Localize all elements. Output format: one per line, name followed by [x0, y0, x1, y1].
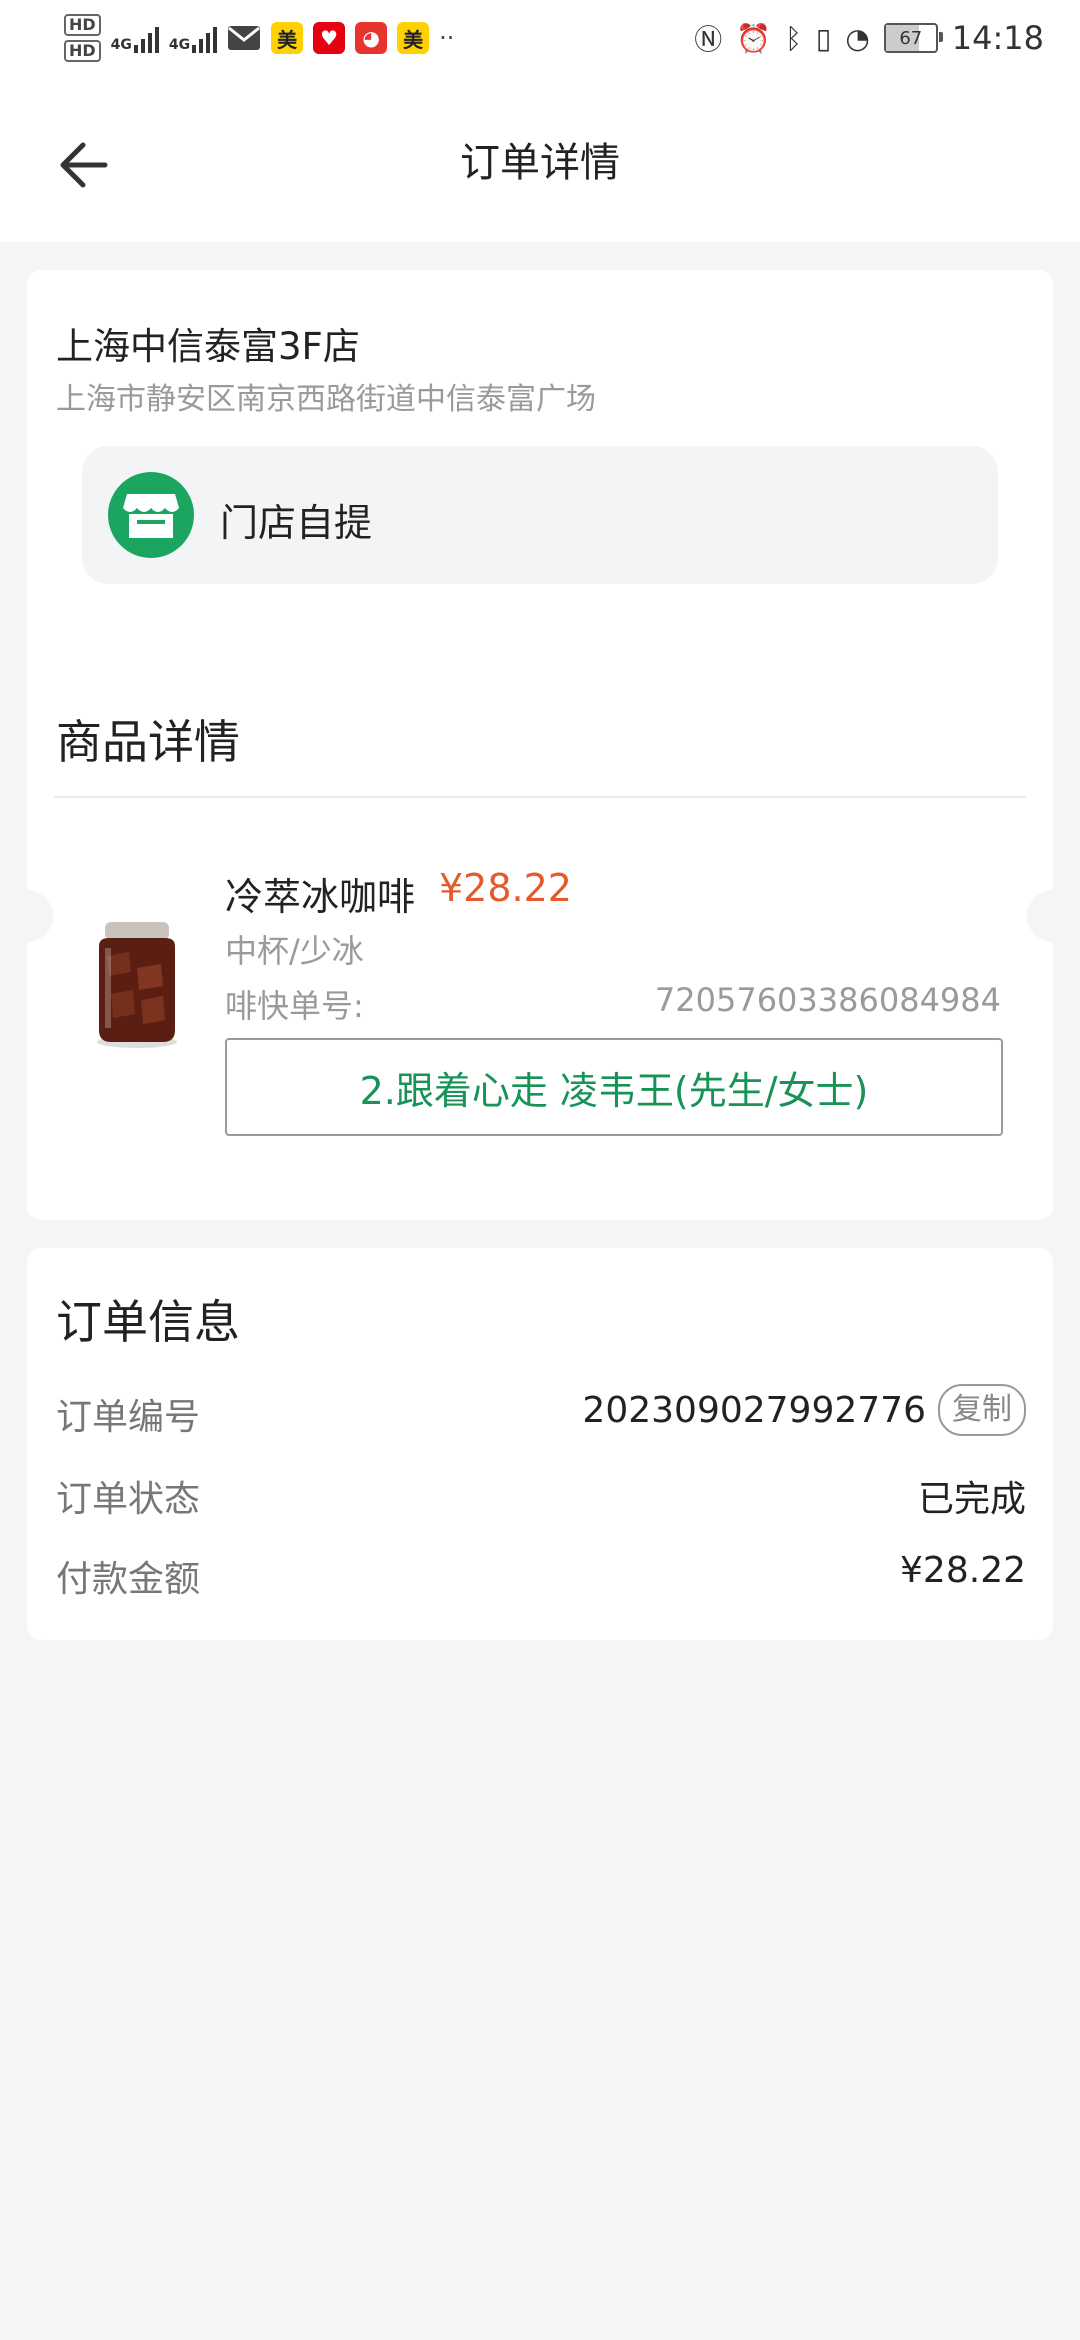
network-type: 4G — [168, 37, 191, 53]
card-notch — [27, 890, 53, 942]
vibrate-icon: ▯ — [815, 21, 832, 55]
app-badge-icon: 美 — [271, 22, 304, 54]
signal-2: 4G — [168, 23, 218, 53]
payment-amount-value: ¥28.22 — [900, 1550, 1026, 1591]
payment-amount-label: 付款金额 — [56, 1559, 201, 1600]
copy-button[interactable]: 复制 — [938, 1384, 1026, 1436]
divider — [54, 796, 1026, 798]
pickup-call-label: 2.跟着心走 凌韦王(先生/女士) — [225, 1038, 1003, 1136]
pickup-method-box: 门店自提 — [82, 446, 998, 584]
product-spec: 中杯/少冰 — [225, 932, 364, 970]
status-bar: HD HD 4G 4G 美 ♥ ◕ 美 ·· Ⓝ ⏰ ᛒ ▯ ◔ 67 14:1… — [0, 0, 1080, 76]
order-number-value: 202309027992776 — [582, 1389, 926, 1431]
alarm-icon: ⏰ — [736, 21, 772, 55]
order-number-label: 订单编号 — [56, 1397, 201, 1438]
mail-icon — [228, 26, 261, 50]
product-name: 冷萃冰咖啡 — [225, 875, 416, 919]
signal-1: 4G — [111, 23, 159, 53]
product-section-title: 商品详情 — [56, 715, 240, 769]
pickup-method-label: 门店自提 — [220, 501, 373, 545]
battery-icon: 67 — [883, 23, 943, 53]
page-title: 订单详情 — [460, 140, 620, 186]
hd-icon: HD — [64, 40, 101, 62]
hd-indicators: HD HD — [64, 14, 101, 62]
order-code-label: 啡快单号: — [225, 987, 364, 1025]
nfc-icon: Ⓝ — [694, 23, 723, 56]
order-status-row: 订单状态 已完成 — [56, 1470, 1026, 1520]
heart-app-icon: ♥ — [313, 22, 346, 54]
order-number-row: 订单编号 202309027992776 复制 — [56, 1384, 1026, 1438]
status-left: HD HD 4G 4G 美 ♥ ◕ 美 ·· — [64, 10, 454, 66]
battery-level: 67 — [899, 27, 923, 49]
order-info-card: 订单信息 订单编号 202309027992776 复制 订单状态 已完成 付款… — [27, 1248, 1053, 1640]
order-number-value-wrap: 202309027992776 复制 — [582, 1384, 1026, 1436]
status-right: Ⓝ ⏰ ᛒ ▯ ◔ 67 14:18 — [694, 12, 1044, 64]
more-notifications: ·· — [439, 24, 455, 52]
store-address: 上海市静安区南京西路街道中信泰富广场 — [56, 382, 596, 417]
network-type: 4G — [110, 37, 132, 53]
speed-icon: ◔ — [845, 21, 870, 55]
order-info-title: 订单信息 — [56, 1295, 240, 1349]
bluetooth-icon: ᛒ — [785, 21, 802, 55]
hd-icon: HD — [64, 14, 101, 36]
signal-bars-icon — [133, 23, 159, 53]
app-header: 订单详情 — [0, 76, 1080, 242]
order-status-label: 订单状态 — [56, 1479, 201, 1520]
app-badge-icon: 美 — [397, 22, 430, 54]
signal-bars-icon — [192, 23, 218, 53]
order-status-value: 已完成 — [917, 1479, 1026, 1520]
card-notch — [1027, 890, 1053, 942]
payment-amount-row: 付款金额 ¥28.22 — [56, 1550, 1026, 1600]
dog-app-icon: ◕ — [355, 22, 388, 54]
store-icon — [108, 472, 194, 558]
product-price: ¥28.22 — [439, 866, 572, 910]
store-name: 上海中信泰富3F店 — [56, 325, 360, 368]
order-code-value: 72057603386084984 — [654, 981, 1001, 1019]
coffee-jar-image — [77, 912, 197, 1052]
store-product-card: 上海中信泰富3F店 上海市静安区南京西路街道中信泰富广场 门店自提 商品详情 冷… — [27, 270, 1053, 1220]
clock: 14:18 — [951, 19, 1044, 57]
